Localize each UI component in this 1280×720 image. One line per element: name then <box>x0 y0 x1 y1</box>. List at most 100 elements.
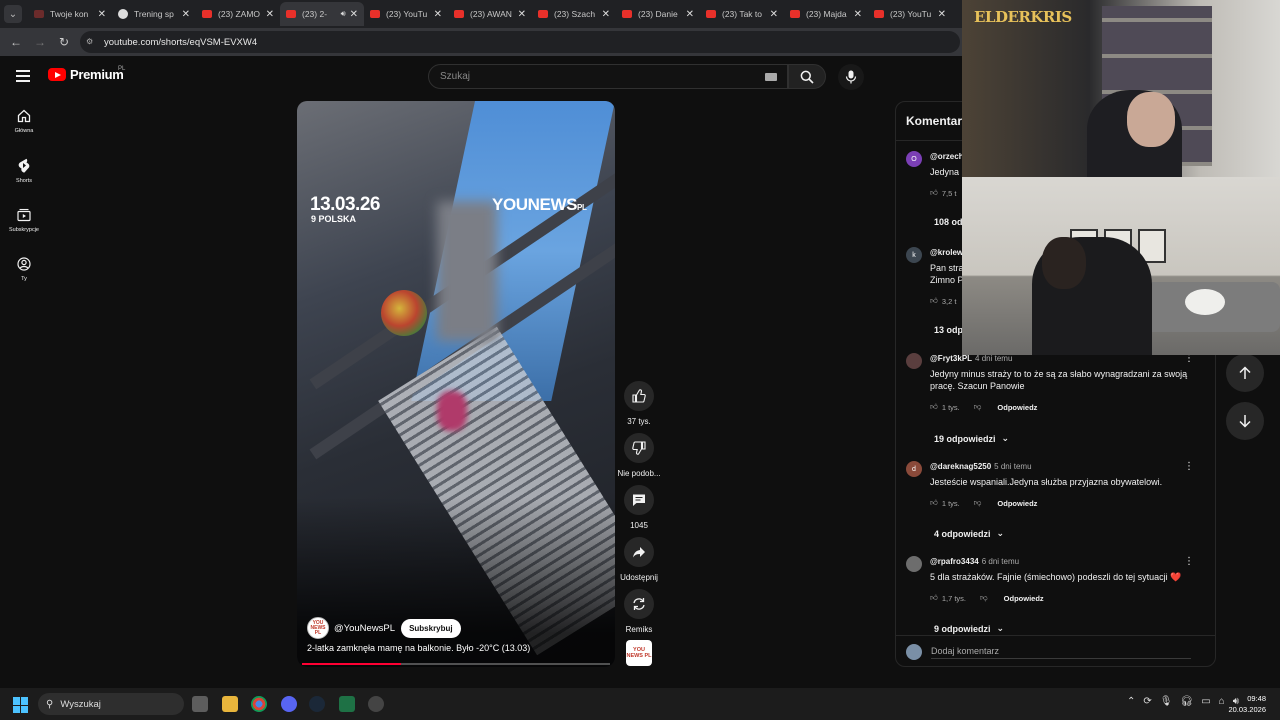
share-button[interactable]: Udostępnij <box>618 537 660 582</box>
channel-avatar[interactable]: YOU NEWS PL <box>307 617 329 639</box>
thumbs-down-icon[interactable]: 👎︎ <box>974 402 982 412</box>
dislike-button[interactable]: Nie podob... <box>617 433 661 478</box>
forward-icon[interactable]: → <box>32 34 48 50</box>
app-icon[interactable] <box>368 696 384 712</box>
sidebar-item-you[interactable]: Ty <box>0 257 48 282</box>
chevron-up-icon[interactable]: ⌃ <box>1127 696 1135 707</box>
view-replies-button[interactable]: 13 odp <box>934 325 963 335</box>
browser-tab[interactable]: (23) ZAMO ✕ <box>196 2 280 26</box>
search-input[interactable]: Szukaj <box>428 64 788 89</box>
menu-icon[interactable] <box>16 70 30 82</box>
previous-short-button[interactable] <box>1226 354 1264 392</box>
comments-button[interactable]: 1045 <box>618 485 660 530</box>
thumbs-down-icon[interactable]: 👎︎ <box>974 498 982 508</box>
url-field[interactable]: ⚙ youtube.com/shorts/eqVSM-EVXW4 <box>80 31 960 53</box>
close-tab-icon[interactable]: ✕ <box>434 9 442 20</box>
close-tab-icon[interactable]: ✕ <box>770 9 778 20</box>
comment-author[interactable]: @krolew <box>930 248 963 257</box>
close-tab-icon[interactable]: ✕ <box>266 9 274 20</box>
comment-avatar[interactable]: k <box>906 247 922 263</box>
windows-start-icon[interactable] <box>13 697 29 713</box>
comment-avatar[interactable] <box>906 353 922 369</box>
more-vert-icon[interactable]: ⋮ <box>1184 461 1194 472</box>
close-tab-icon[interactable]: ✕ <box>938 9 946 20</box>
browser-tab[interactable]: (23) Szach ✕ <box>532 2 616 26</box>
file-explorer-icon[interactable] <box>222 696 238 712</box>
back-icon[interactable]: ← <box>8 34 24 50</box>
close-tab-icon[interactable]: ✕ <box>686 9 694 20</box>
comment-author[interactable]: @Fryt3kPL <box>930 354 972 363</box>
comment-avatar[interactable]: O <box>906 151 922 167</box>
thumbs-down-icon[interactable]: 👎︎ <box>980 593 988 603</box>
search-button[interactable] <box>788 64 826 89</box>
browser-tab[interactable]: (23) Tak to ✕ <box>700 2 784 26</box>
browser-tab[interactable]: (23) Majda ✕ <box>784 2 868 26</box>
browser-tab[interactable]: Twoje kon ✕ <box>28 2 112 26</box>
thumbs-up-icon[interactable]: 👍︎ <box>930 188 938 198</box>
microphone-icon[interactable]: 🎙︎ <box>1160 696 1173 707</box>
sync-icon[interactable]: ⟳ <box>1143 696 1151 707</box>
sidebar-item-home[interactable]: Główna <box>0 109 48 134</box>
view-replies-button[interactable]: 4 odpowiedzi ⌄ <box>934 528 1004 539</box>
browser-tab[interactable]: (23) Danie ✕ <box>616 2 700 26</box>
close-tab-icon[interactable]: ✕ <box>350 9 358 20</box>
headset-icon[interactable]: 🎧︎ <box>1180 696 1193 707</box>
site-info-icon[interactable]: ⚙ <box>86 37 98 47</box>
browser-tab[interactable]: (23) AWAN ✕ <box>448 2 532 26</box>
reload-icon[interactable]: ↻ <box>56 34 72 50</box>
view-replies-button[interactable]: 9 odpowiedzi ⌄ <box>934 623 1004 634</box>
like-button[interactable]: 37 tys. <box>618 381 660 426</box>
thumbs-up-icon[interactable]: 👍︎ <box>930 402 938 412</box>
close-tab-icon[interactable]: ✕ <box>182 9 190 20</box>
youtube-icon <box>538 10 548 18</box>
display-icon[interactable]: ▭ <box>1201 696 1210 707</box>
tab-search-button[interactable]: ⌄ <box>4 5 22 23</box>
comment-author[interactable]: @dareknag5250 <box>930 462 991 471</box>
video-caption[interactable]: 2-latka zamknęła mamę na balkonie. Było … <box>307 643 530 653</box>
task-view-icon[interactable] <box>192 696 208 712</box>
excel-icon[interactable] <box>339 696 355 712</box>
steam-icon[interactable] <box>309 696 325 712</box>
subscribe-button[interactable]: Subskrybuj <box>401 618 461 638</box>
thumbs-up-icon[interactable]: 👍︎ <box>930 296 938 306</box>
tab-audio-icon[interactable]: 🔊︎ <box>341 9 346 19</box>
comment-time: 4 dni temu <box>975 354 1013 363</box>
discord-icon[interactable] <box>281 696 297 712</box>
taskbar-search[interactable]: ⚲ Wyszukaj <box>38 693 184 715</box>
add-comment-input[interactable]: Dodaj komentarz <box>931 646 1191 659</box>
browser-tab[interactable]: (23) 2- 🔊︎ ✕ <box>280 2 364 26</box>
voice-search-button[interactable] <box>838 64 864 90</box>
next-short-button[interactable] <box>1226 402 1264 440</box>
taskbar-clock[interactable]: 09:48 20.03.2026 <box>1228 693 1266 715</box>
view-replies-button[interactable]: 19 odpowiedzi ⌄ <box>934 433 1009 444</box>
chrome-icon[interactable] <box>251 696 267 712</box>
reply-button[interactable]: Odpowiedz <box>997 499 1037 508</box>
remix-button[interactable]: Remiks <box>618 589 660 634</box>
browser-tab[interactable]: Trening sp ✕ <box>112 2 196 26</box>
close-tab-icon[interactable]: ✕ <box>854 9 862 20</box>
network-icon[interactable]: ⌂ <box>1219 696 1225 707</box>
reply-button[interactable]: Odpowiedz <box>997 403 1037 412</box>
comment-author[interactable]: @rpafro3434 <box>930 557 979 566</box>
close-tab-icon[interactable]: ✕ <box>602 9 610 20</box>
sidebar-item-subscriptions[interactable]: Subskrypcje <box>0 208 48 233</box>
comment-avatar[interactable]: d <box>906 461 922 477</box>
shorts-video-player[interactable]: 13.03.26 9 POLSKA YOUNEWSPL YOU NEWS PL … <box>297 101 615 667</box>
comment-avatar[interactable] <box>906 556 922 572</box>
reply-button[interactable]: Odpowiedz <box>1004 594 1044 603</box>
video-progress-bar[interactable] <box>302 663 610 665</box>
more-vert-icon[interactable]: ⋮ <box>1184 556 1194 567</box>
browser-tab[interactable]: (23) YouTu ✕ <box>868 2 952 26</box>
view-replies-button[interactable]: 108 od <box>934 217 963 227</box>
keyboard-icon[interactable] <box>765 73 777 81</box>
comment-author[interactable]: @orzech <box>930 152 964 161</box>
close-tab-icon[interactable]: ✕ <box>518 9 526 20</box>
close-tab-icon[interactable]: ✕ <box>98 9 106 20</box>
youtube-logo[interactable]: Premium PL <box>48 66 125 82</box>
sound-source-avatar[interactable]: YOU NEWS PL <box>626 640 652 666</box>
browser-tab[interactable]: (23) YouTu ✕ <box>364 2 448 26</box>
sidebar-item-shorts[interactable]: Shorts <box>0 158 48 184</box>
thumbs-up-icon[interactable]: 👍︎ <box>930 498 938 508</box>
thumbs-up-icon[interactable]: 👍︎ <box>930 593 938 603</box>
channel-name[interactable]: @YouNewsPL <box>334 623 395 634</box>
